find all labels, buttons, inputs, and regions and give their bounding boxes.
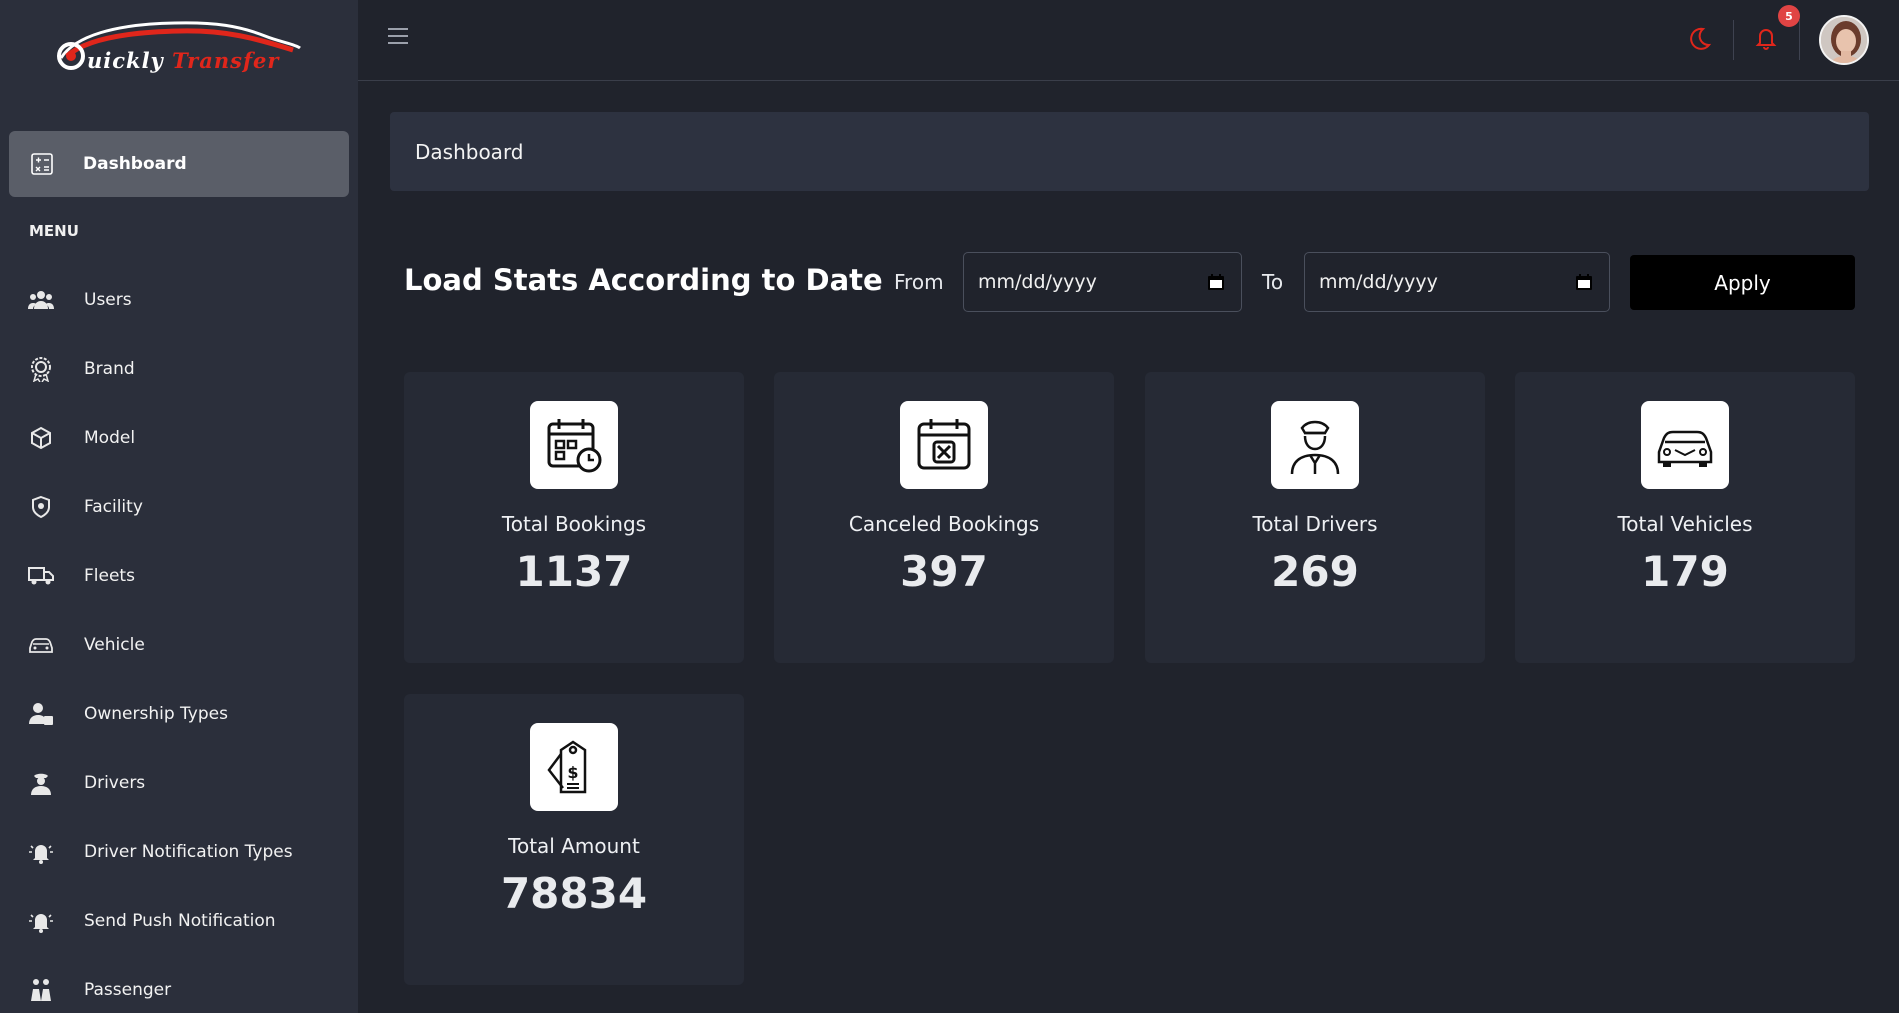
stat-value: 397	[900, 547, 988, 596]
user-avatar[interactable]	[1819, 15, 1869, 65]
sidebar-item-label: Users	[84, 289, 132, 310]
price-tag-icon: $	[530, 723, 618, 811]
stats-heading: Load Stats According to Date	[404, 263, 883, 297]
notification-bell-icon[interactable]	[1753, 25, 1779, 51]
users-icon	[28, 287, 54, 313]
calendar-picker-icon[interactable]	[1575, 273, 1593, 291]
from-label: From	[894, 270, 944, 294]
sidebar-item-label: Driver Notification Types	[84, 841, 293, 862]
sidebar-item-label: Send Push Notification	[84, 910, 276, 931]
sidebar-item-users[interactable]: Users	[0, 265, 358, 334]
dark-mode-moon-icon[interactable]	[1686, 26, 1712, 52]
stat-value: 269	[1271, 547, 1359, 596]
sidebar-item-passenger[interactable]: Passenger	[0, 955, 358, 1013]
from-date-placeholder: mm/dd/yyyy	[978, 271, 1097, 293]
fleets-truck-icon	[28, 563, 54, 589]
sidebar-item-label: Vehicle	[84, 634, 145, 655]
sidebar-item-fleets[interactable]: Fleets	[0, 541, 358, 610]
top-bar: 5	[358, 0, 1899, 81]
sidebar-item-dashboard[interactable]: Dashboard	[9, 131, 349, 197]
page-title: Dashboard	[415, 139, 524, 164]
stat-card-total-amount: $ Total Amount 78834	[404, 694, 744, 985]
stat-label: Total Vehicles	[1617, 512, 1753, 536]
calendar-picker-icon[interactable]	[1207, 273, 1225, 291]
sidebar-item-label: Facility	[84, 496, 143, 517]
to-label: To	[1262, 270, 1284, 294]
facility-shield-icon	[28, 494, 54, 520]
sidebar-item-label: Dashboard	[83, 154, 187, 174]
calendar-clock-icon	[530, 401, 618, 489]
push-bell-icon	[28, 908, 54, 934]
stat-label: Total Drivers	[1252, 512, 1378, 536]
brand-badge-icon	[28, 356, 54, 382]
stat-value: 179	[1641, 547, 1729, 596]
logo-text: uickly Transfer	[87, 48, 280, 73]
stat-card-canceled-bookings: Canceled Bookings 397	[774, 372, 1114, 663]
hamburger-menu-icon[interactable]	[388, 28, 408, 48]
notification-count-badge: 5	[1778, 5, 1800, 27]
sidebar-item-drivers[interactable]: Drivers	[0, 748, 358, 817]
sidebar-item-send-push-notification[interactable]: Send Push Notification	[0, 886, 358, 955]
sidebar-item-ownership-types[interactable]: Ownership Types	[0, 679, 358, 748]
ownership-user-icon	[28, 701, 54, 727]
sidebar-item-brand[interactable]: Brand	[0, 334, 358, 403]
driver-icon	[28, 770, 54, 796]
sidebar-item-model[interactable]: Model	[0, 403, 358, 472]
from-date-input[interactable]: mm/dd/yyyy	[963, 252, 1242, 312]
apply-button[interactable]: Apply	[1630, 255, 1855, 310]
model-cube-icon	[28, 425, 54, 451]
sidebar-item-label: Brand	[84, 358, 135, 379]
breadcrumb: Dashboard	[390, 112, 1869, 191]
sidebar-item-vehicle[interactable]: Vehicle	[0, 610, 358, 679]
stat-card-total-vehicles: Total Vehicles 179	[1515, 372, 1855, 663]
stat-card-total-bookings: Total Bookings 1137	[404, 372, 744, 663]
stat-value: 1137	[515, 547, 633, 596]
car-front-icon	[1641, 401, 1729, 489]
sidebar-item-label: Ownership Types	[84, 703, 228, 724]
sidebar-item-label: Passenger	[84, 979, 172, 1000]
to-date-input[interactable]: mm/dd/yyyy	[1304, 252, 1610, 312]
calendar-cancel-icon	[900, 401, 988, 489]
to-date-placeholder: mm/dd/yyyy	[1319, 271, 1438, 293]
header-divider	[1799, 20, 1800, 60]
sidebar-nav: Users Brand Model Facility Fleets Vehicl…	[0, 265, 358, 1013]
stat-card-total-drivers: Total Drivers 269	[1145, 372, 1485, 663]
menu-heading: MENU	[29, 222, 79, 240]
quickly-transfer-logo[interactable]: uickly Transfer	[55, 18, 305, 78]
sidebar-item-label: Fleets	[84, 565, 135, 586]
driver-cap-icon	[1271, 401, 1359, 489]
header-divider	[1733, 20, 1734, 60]
passenger-icon	[28, 977, 54, 1003]
vehicle-car-icon	[28, 632, 54, 658]
calculator-icon	[29, 151, 55, 177]
stat-label: Total Bookings	[501, 512, 647, 536]
stat-value: 78834	[500, 869, 648, 918]
sidebar-item-label: Model	[84, 427, 136, 448]
stat-label: Total Amount	[508, 834, 640, 858]
sidebar: uickly Transfer Dashboard MENU Users Bra…	[0, 0, 358, 1013]
sidebar-item-driver-notification-types[interactable]: Driver Notification Types	[0, 817, 358, 886]
sidebar-item-facility[interactable]: Facility	[0, 472, 358, 541]
alarm-bell-icon	[28, 839, 54, 865]
sidebar-item-label: Drivers	[84, 772, 146, 793]
stat-label: Canceled Bookings	[848, 512, 1040, 536]
svg-text:$: $	[567, 763, 578, 782]
